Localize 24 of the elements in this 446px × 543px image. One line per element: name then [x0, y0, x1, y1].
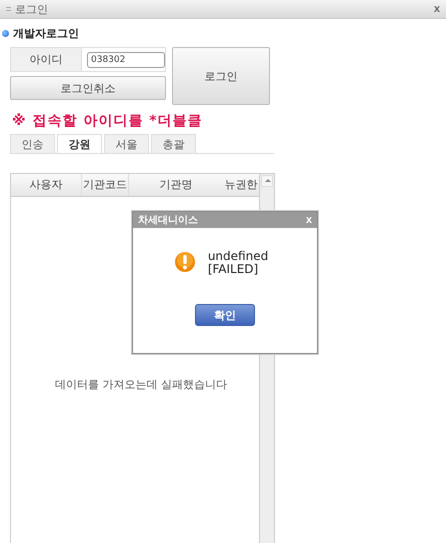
id-label: 아이디	[11, 48, 82, 71]
cancel-login-button[interactable]: 로그인취소	[10, 76, 166, 100]
login-button[interactable]: 로그인	[172, 47, 270, 105]
scroll-up-icon[interactable]	[261, 175, 273, 187]
warning-icon	[174, 251, 196, 275]
bullet-icon	[2, 30, 9, 36]
tab[interactable]: 서울	[104, 134, 149, 153]
id-input[interactable]: 038302	[87, 52, 165, 68]
tab[interactable]: 총괄	[151, 134, 196, 153]
section-heading: 개발자로그인	[13, 26, 79, 40]
column-header[interactable]: 사용자	[11, 174, 82, 196]
column-header[interactable]: 뉴권한	[223, 174, 259, 196]
dialog-title: 차세대니이스	[138, 214, 198, 227]
tab[interactable]: 강원	[57, 134, 102, 153]
notice-text: ※ 접속할 아이디를 *더블클	[12, 112, 204, 130]
window-title: 로그인	[15, 2, 49, 16]
dialog-message: undefined [FAILED]	[208, 250, 268, 276]
grip-icon	[6, 7, 11, 11]
empty-message: 데이터를 가져오는데 실패했습니다	[55, 377, 228, 392]
confirm-button[interactable]: 확인	[195, 304, 255, 326]
column-header[interactable]: 기관코드	[82, 174, 129, 196]
column-header[interactable]: 기관명	[129, 174, 223, 196]
close-button[interactable]: x	[434, 3, 440, 15]
tab[interactable]: 인송	[10, 134, 55, 153]
